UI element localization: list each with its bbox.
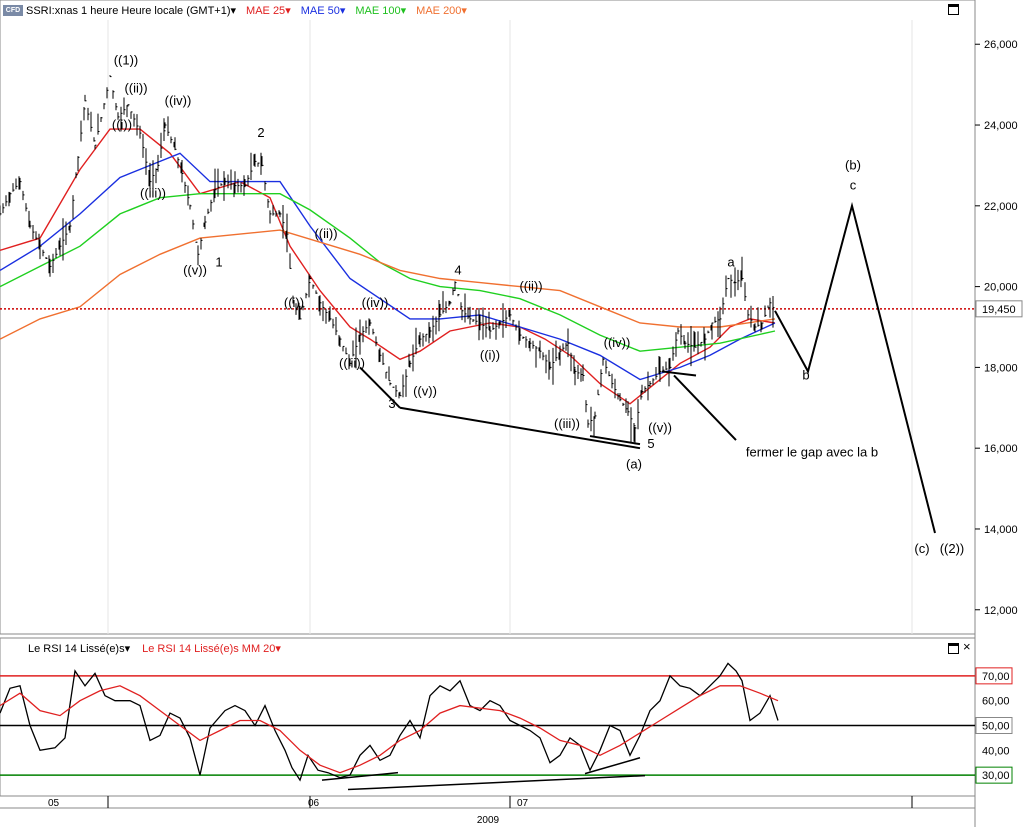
rsi-ma-indicator[interactable]: Le RSI 14 Lissé(e)s MM 20▾ (142, 642, 281, 655)
rsi-panel-header: Le RSI 14 Lissé(e)s▾ Le RSI 14 Lissé(e)s… (0, 640, 975, 656)
rsi-y-label: 60,00 (982, 696, 1010, 708)
x-year-label: 2009 (477, 815, 500, 826)
wave-label: 5 (647, 436, 654, 451)
wave-label: ((i)) (480, 347, 500, 362)
rsi-y-label: 30,00 (982, 770, 1010, 782)
wave-label: ((iii)) (339, 355, 365, 370)
indicator-label: Le RSI 14 Lissé(e)s MM 20 (142, 642, 276, 655)
mae-100-indicator[interactable]: MAE 100▾ (355, 4, 406, 17)
wave-label: (c) (914, 541, 929, 556)
cfd-logo: CFD (3, 5, 23, 16)
y-tick-label: 22,000 (984, 201, 1018, 213)
wave-label: ((v)) (183, 262, 207, 277)
wave-label: ((i)) (112, 117, 132, 132)
indicator-label: Le RSI 14 Lissé(e)s (28, 642, 125, 655)
rsi-y-label: 70,00 (982, 671, 1010, 683)
wave-label: ((iv)) (604, 335, 631, 350)
indicator-label: MAE 50 (300, 4, 340, 17)
wave-label: 3 (388, 396, 395, 411)
indicator-label: MAE 200 (416, 4, 462, 17)
wave-label: b (802, 368, 809, 383)
y-tick-label: 20,000 (984, 282, 1018, 294)
mae-50-indicator[interactable]: MAE 50▾ (301, 4, 346, 17)
wave-label: ((iii)) (554, 416, 580, 431)
y-tick-label: 12,000 (984, 605, 1018, 617)
y-tick-label: 14,000 (984, 524, 1018, 536)
y-tick-label: 24,000 (984, 120, 1018, 132)
wave-label: ((iv)) (362, 295, 389, 310)
wave-label: 4 (454, 262, 461, 277)
wave-label: ((2)) (940, 541, 965, 556)
wave-label: 1 (215, 254, 222, 269)
dropdown-arrow-icon: ▾ (400, 4, 407, 17)
mae-25-indicator[interactable]: MAE 25▾ (246, 4, 291, 17)
x-period-label: 07 (517, 798, 529, 809)
current-price-label: 19,450 (982, 304, 1016, 316)
y-tick-label: 18,000 (984, 362, 1018, 374)
wave-label: ((ii)) (314, 226, 337, 241)
dropdown-arrow-icon: ▾ (124, 642, 131, 655)
wave-label: ((iii)) (140, 186, 166, 201)
rsi-panel (0, 637, 976, 797)
wave-label: ((ii)) (124, 81, 147, 96)
wave-label: 2 (257, 125, 264, 140)
wave-label: ((v)) (648, 420, 672, 435)
dropdown-arrow-icon: ▾ (339, 4, 346, 17)
wave-label: (b) (845, 157, 861, 172)
wave-label: ((iv)) (165, 93, 192, 108)
wave-label: ((v)) (413, 384, 437, 399)
indicator-label: MAE 100 (355, 4, 401, 17)
instrument-selector[interactable]: SSRI:xnas 1 heure Heure locale (GMT+1)▾ (26, 4, 236, 17)
wave-label: a (727, 254, 735, 269)
instrument-label: SSRI:xnas 1 heure Heure locale (GMT+1) (26, 4, 231, 17)
dropdown-arrow-icon: ▾ (461, 4, 467, 17)
dropdown-arrow-icon: ▾ (275, 642, 281, 655)
y-tick-label: 26,000 (984, 39, 1018, 51)
wave-label: (a) (626, 456, 642, 471)
close-rsi-panel-icon[interactable]: × (963, 640, 971, 654)
y-tick-label: 16,000 (984, 443, 1018, 455)
mae-200-indicator[interactable]: MAE 200▾ (416, 4, 467, 17)
wave-label: c (850, 178, 857, 193)
wave-label: ((ii)) (519, 279, 542, 294)
dropdown-arrow-icon: ▾ (230, 4, 237, 17)
price-panel-header: CFD SSRI:xnas 1 heure Heure locale (GMT+… (0, 0, 975, 20)
rsi-indicator[interactable]: Le RSI 14 Lissé(e)s▾ (28, 642, 130, 655)
x-period-label: 05 (48, 798, 60, 809)
rsi-y-label: 40,00 (982, 745, 1010, 757)
maximize-rsi-panel-icon[interactable] (948, 643, 959, 654)
wave-label: ((1)) (114, 52, 139, 67)
dropdown-arrow-icon: ▾ (285, 4, 291, 17)
rsi-y-label: 50,00 (982, 721, 1010, 733)
wave-label: ((i)) (284, 295, 304, 310)
chart-canvas: 26,000 24,000 22,000 20,000 18,000 16,000 14,0… (0, 0, 1023, 827)
indicator-label: MAE 25 (246, 4, 286, 17)
maximize-price-panel-icon[interactable] (948, 4, 959, 15)
wave-label: fermer le gap avec la b (746, 444, 878, 459)
